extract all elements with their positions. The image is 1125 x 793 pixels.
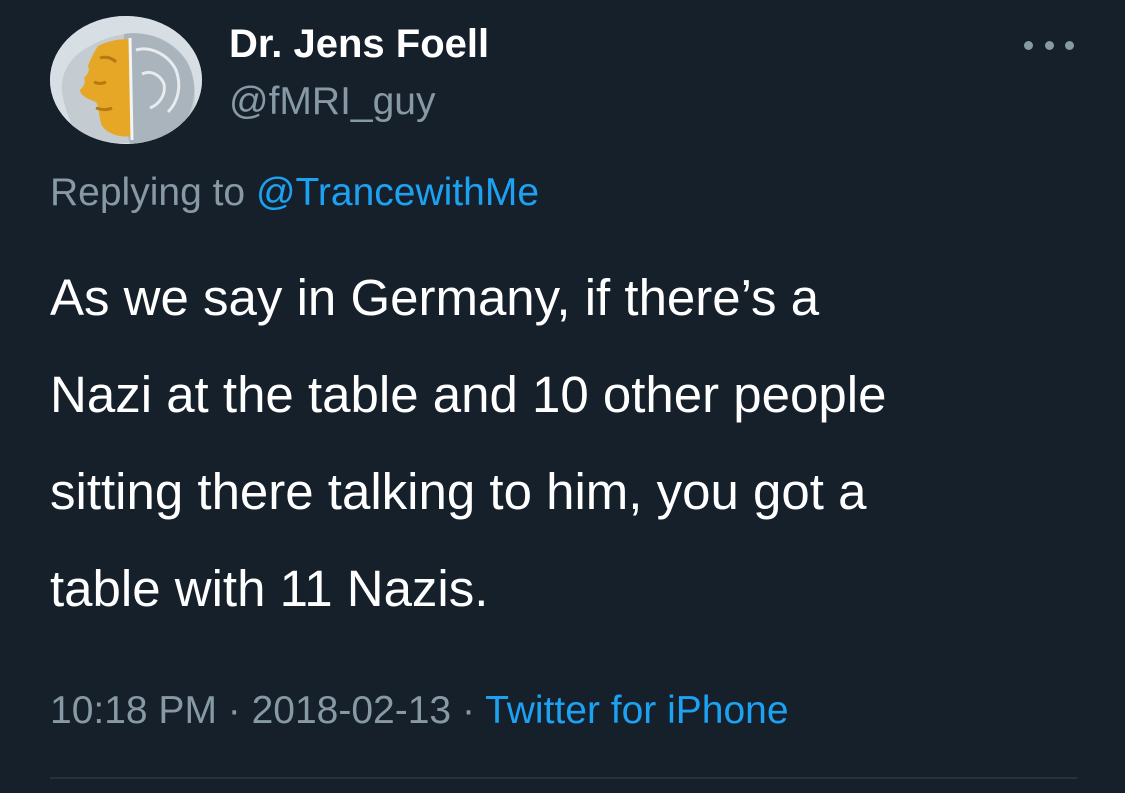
- reply-mention-link[interactable]: @TrancewithMe: [256, 171, 539, 214]
- avatar[interactable]: [50, 16, 202, 144]
- tweet-text-line: As we say in Germany, if there’s a: [50, 269, 820, 326]
- tweet-text-line: sitting there talking to him, you got a: [50, 463, 867, 520]
- divider: [50, 777, 1077, 779]
- tweet-source-link[interactable]: Twitter for iPhone: [485, 689, 788, 732]
- tweet-time[interactable]: 10:18 PM: [50, 689, 217, 732]
- tweet-text-line: table with 11 Nazis.: [50, 560, 489, 617]
- replying-to: Replying to @TrancewithMe: [50, 171, 539, 215]
- tweet-date[interactable]: 2018-02-13: [252, 689, 452, 732]
- more-options-icon: [1024, 40, 1033, 50]
- tweet-text: As we say in Germany, if there’s a Nazi …: [50, 249, 1100, 637]
- meta-separator: ·: [216, 689, 252, 732]
- replying-to-label: Replying to: [50, 171, 256, 214]
- tweet-text-line: Nazi at the table and 10 other people: [50, 366, 887, 423]
- brain-scan-head-icon: [50, 16, 202, 144]
- tweet-metadata: 10:18 PM · 2018-02-13 · Twitter for iPho…: [50, 689, 789, 733]
- more-options-icon: [1065, 40, 1074, 50]
- more-options-icon: [1044, 40, 1054, 50]
- tweet-detail: Dr. Jens Foell @fMRI_guy Replying to @Tr…: [0, 0, 1125, 793]
- more-options-button[interactable]: [1024, 30, 1074, 60]
- author-name[interactable]: Dr. Jens Foell: [229, 22, 489, 67]
- meta-separator: ·: [451, 689, 486, 732]
- author-handle[interactable]: @fMRI_guy: [229, 80, 435, 124]
